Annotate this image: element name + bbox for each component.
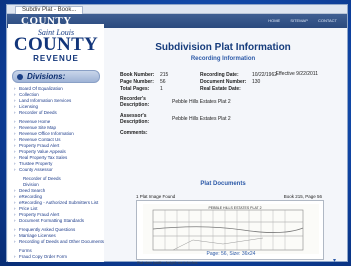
book-number-value: 215 bbox=[160, 72, 169, 78]
page-number-value: 56 bbox=[160, 79, 166, 85]
recording-date-label: Recording Date: bbox=[200, 72, 239, 78]
bullet-icon bbox=[17, 74, 23, 80]
images-found: 1 Plat Image Found bbox=[136, 194, 176, 199]
county-logo[interactable]: COUNTY bbox=[8, 35, 104, 54]
browser-tab[interactable]: Subdiv Plat - Book... bbox=[15, 6, 84, 14]
page-subtitle: Recording Information bbox=[190, 56, 256, 62]
scroll-down-icon[interactable]: ▾ bbox=[333, 258, 341, 264]
info-row-page: Page Number: 56 Document Number: 130 bbox=[120, 79, 330, 86]
main-content: Subdivision Plat Information Recording I… bbox=[108, 24, 338, 265]
tab-bar: Subdiv Plat - Book... bbox=[7, 5, 347, 14]
plat-size-note: Plat sizes (width x height) are in inche… bbox=[137, 261, 198, 265]
nav-group-forms: Forms Fraud Copy Order Form bbox=[14, 248, 104, 260]
nav-fraud-copy-order-form[interactable]: Fraud Copy Order Form bbox=[14, 254, 104, 260]
info-row-recorder-desc: Recorder's Description: Pebble Hills Est… bbox=[120, 96, 330, 109]
banner-links: HOME SITEMAP CONTACT bbox=[259, 18, 337, 23]
plat-caption[interactable]: Page: 56, Size: 36x24 bbox=[137, 251, 325, 257]
document-number-label: Document Number: bbox=[200, 79, 247, 85]
nav-recorder-of-deeds[interactable]: Recorder of Deeds bbox=[14, 110, 104, 116]
nav-group-revenue: Revenue Home Revenue Site Map Revenue Of… bbox=[14, 119, 104, 173]
nav-recording-of-deeds[interactable]: Recording of Deeds and Other Documents bbox=[14, 239, 104, 245]
nav-document-formatting[interactable]: Document Formatting Standards bbox=[14, 218, 104, 224]
background-frame: Subdiv Plat - Book... COUNTY HOME SITEMA… bbox=[0, 0, 351, 266]
nav-group-recorder: Recorder of Deeds Division Deed Search e… bbox=[14, 176, 104, 224]
total-pages-value: 1 bbox=[160, 86, 163, 92]
divisions-title: Divisions: bbox=[27, 72, 66, 81]
assessor-desc-label-2: Description: bbox=[120, 119, 150, 125]
recorder-desc-value: Pebble Hills Estates Plat 2 bbox=[172, 99, 231, 105]
banner-link-contact[interactable]: CONTACT bbox=[318, 18, 337, 23]
divisions-header: Divisions: bbox=[12, 70, 100, 83]
plat-map-title: PEBBLE HILLS ESTATES PLAT 2 bbox=[208, 206, 261, 210]
nav-group-faq: Frequently Asked Questions Marriage Lice… bbox=[14, 227, 104, 245]
recording-date-value: 10/22/1962 bbox=[252, 72, 278, 78]
nav-group-divisions: Board Of Equalization Collection Land In… bbox=[14, 86, 104, 116]
comments-label: Comments: bbox=[120, 130, 148, 136]
page-number-label: Page Number: bbox=[120, 79, 154, 85]
info-row-book: Book Number: 215 Recording Date: 10/22/1… bbox=[120, 72, 330, 79]
total-pages-label: Total Pages: bbox=[120, 86, 150, 92]
plat-image-container: PEBBLE HILLS ESTATES PLAT 2 Page: 56, Si… bbox=[136, 200, 324, 260]
plat-map-image[interactable]: PEBBLE HILLS ESTATES PLAT 2 bbox=[143, 204, 319, 254]
recording-info: Book Number: 215 Recording Date: 10/22/1… bbox=[120, 72, 330, 137]
revenue-logo: REVENUE bbox=[33, 54, 79, 63]
assessor-desc-value: Pebble Hills Estates Plat 2 bbox=[172, 116, 231, 122]
plat-documents-title: Plat Documents bbox=[200, 181, 246, 187]
info-row-assessor-desc: Assessor's Description: Pebble Hills Est… bbox=[120, 113, 330, 126]
book-page-ref: Book 215, Page 56 bbox=[283, 194, 322, 199]
book-number-label: Book Number: bbox=[120, 72, 155, 78]
page-title: Subdivision Plat Information bbox=[155, 42, 291, 53]
nav-county-assessor[interactable]: County Assessor bbox=[14, 167, 104, 173]
real-estate-date-label: Real Estate Date: bbox=[200, 86, 241, 92]
banner-link-sitemap[interactable]: SITEMAP bbox=[290, 18, 308, 23]
plat-meta: 1 Plat Image Found Book 215, Page 56 bbox=[136, 194, 322, 199]
recorder-desc-label-2: Description: bbox=[120, 102, 150, 108]
info-row-total: Total Pages: 1 Real Estate Date: bbox=[120, 86, 330, 93]
document-number-value: 130 bbox=[252, 79, 261, 85]
info-row-comments: Comments: bbox=[120, 130, 330, 137]
banner-link-home[interactable]: HOME bbox=[268, 18, 280, 23]
sidebar: Saint Louis COUNTY REVENUE Divisions: Bo… bbox=[8, 24, 104, 262]
